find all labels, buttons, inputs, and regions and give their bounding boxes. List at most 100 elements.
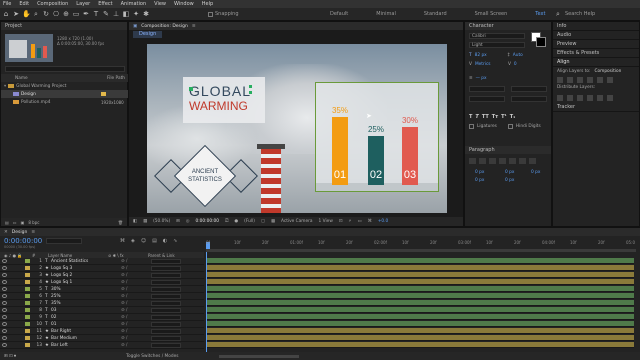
- layer-switches[interactable]: ⊘ /: [121, 308, 151, 313]
- parent-dropdown[interactable]: [151, 335, 181, 341]
- layer-duration-bar[interactable]: [206, 258, 634, 264]
- align-left-icon[interactable]: [557, 77, 563, 83]
- layer-switches[interactable]: ⊘ /: [121, 336, 151, 341]
- label-color-swatch[interactable]: [25, 308, 30, 312]
- tracker-panel-tab[interactable]: Tracker: [553, 103, 639, 112]
- subtab-design[interactable]: Design: [133, 30, 163, 38]
- eraser-tool-icon[interactable]: ◧: [122, 10, 130, 18]
- align-center-button[interactable]: [479, 158, 486, 164]
- col-name[interactable]: Name: [15, 76, 75, 81]
- work-area-bar[interactable]: [206, 249, 636, 252]
- layer-name[interactable]: 35%: [51, 301, 121, 306]
- align-left-button[interactable]: [469, 158, 476, 164]
- indent-right-value[interactable]: 0 px: [505, 170, 514, 175]
- menu-animation[interactable]: Animation: [121, 1, 147, 7]
- align-right-icon[interactable]: [577, 77, 583, 83]
- vertical-scale-field[interactable]: [469, 86, 505, 92]
- font-family-dropdown[interactable]: Calibri: [469, 33, 525, 39]
- distribute-left-icon[interactable]: [587, 95, 593, 101]
- snapping-checkbox[interactable]: [208, 11, 213, 17]
- label-color-swatch[interactable]: [25, 287, 30, 291]
- layer-name[interactable]: 03: [51, 308, 121, 313]
- layer-duration-bar[interactable]: [206, 279, 634, 285]
- grid-icon[interactable]: ⊞: [176, 219, 180, 224]
- table-row[interactable]: 8 T 03 ⊘ /: [0, 307, 204, 314]
- eye-icon[interactable]: [2, 294, 7, 298]
- fast-preview-icon[interactable]: ⚡: [348, 219, 351, 224]
- layer-name[interactable]: 02: [51, 315, 121, 320]
- composition-tab[interactable]: Composition: Design: [141, 24, 188, 29]
- effects-presets-panel-tab[interactable]: Effects & Presets: [553, 49, 639, 58]
- current-time-display[interactable]: 0:00:00:00: [196, 219, 219, 224]
- eye-icon[interactable]: [2, 315, 7, 319]
- label-color-swatch[interactable]: [25, 259, 30, 263]
- stamp-tool-icon[interactable]: ⊥: [112, 10, 120, 18]
- leading-value[interactable]: Auto: [513, 53, 523, 58]
- superscript-button[interactable]: T¹: [501, 114, 507, 120]
- layer-switches[interactable]: ⊘ /: [121, 294, 151, 299]
- audio-panel-tab[interactable]: Audio: [553, 31, 639, 40]
- label-color-swatch[interactable]: [25, 273, 30, 277]
- indent-first-value[interactable]: 0 px: [531, 170, 540, 175]
- layer-duration-bar[interactable]: [206, 321, 634, 327]
- all-caps-button[interactable]: TT: [482, 114, 489, 120]
- layer-name[interactable]: Logo Sq 2: [51, 273, 121, 278]
- parent-dropdown[interactable]: [151, 265, 181, 271]
- hand-tool-icon[interactable]: ✋: [22, 10, 31, 18]
- lock-icon[interactable]: ▣: [133, 24, 137, 29]
- layer-name[interactable]: 25%: [51, 294, 121, 299]
- motion-blur-icon[interactable]: ◐: [163, 238, 167, 244]
- table-row[interactable]: 10 T 01 ⊘ /: [0, 321, 204, 328]
- distribute-vcenter-icon[interactable]: [567, 95, 573, 101]
- label-color-swatch[interactable]: [25, 266, 30, 270]
- fill-stroke-swatches[interactable]: [531, 32, 547, 48]
- layer-name[interactable]: 01: [51, 322, 121, 327]
- layer-name-column-header[interactable]: Layer Name: [48, 253, 108, 258]
- trash-icon[interactable]: 🗑: [118, 220, 123, 225]
- region-icon[interactable]: ▢: [261, 219, 265, 224]
- flowchart-icon[interactable]: ⌘: [368, 219, 372, 224]
- graph-editor-icon[interactable]: ∿: [173, 238, 177, 244]
- layer-duration-bar[interactable]: [206, 314, 634, 320]
- search-help-input[interactable]: Search Help: [565, 11, 595, 17]
- eye-icon[interactable]: [2, 273, 7, 277]
- table-row[interactable]: 4 ★ Logo Sq 1 ⊘ /: [0, 279, 204, 286]
- layer-duration-bar[interactable]: [206, 265, 634, 271]
- horizontal-scale-field[interactable]: [511, 86, 547, 92]
- puppet-tool-icon[interactable]: ✱: [142, 10, 150, 18]
- label-color-swatch[interactable]: [25, 343, 30, 347]
- hindi-digits-checkbox[interactable]: [507, 124, 513, 129]
- mask-icon[interactable]: ◎: [186, 219, 190, 224]
- layer-switches[interactable]: ⊘ /: [121, 343, 151, 348]
- stroke-width-value[interactable]: — px: [476, 76, 506, 81]
- exposure-value[interactable]: +0.0: [378, 219, 388, 224]
- timeline-current-time[interactable]: 0:00:00:00: [4, 237, 42, 245]
- table-row[interactable]: 11 ★ Bar Right ⊘ /: [0, 328, 204, 335]
- list-item[interactable]: Pollution.mp4 1920x1080: [1, 98, 129, 106]
- layer-switches[interactable]: ⊘ /: [121, 315, 151, 320]
- layer-switches[interactable]: ⊘ /: [121, 287, 151, 292]
- layer-duration-bar[interactable]: [206, 272, 634, 278]
- align-bottom-icon[interactable]: [607, 77, 613, 83]
- faux-bold-button[interactable]: T: [469, 114, 472, 120]
- table-row[interactable]: 7 T 35% ⊘ /: [0, 300, 204, 307]
- tracking-value[interactable]: 0: [514, 62, 517, 67]
- layer-duration-bar[interactable]: [206, 300, 634, 306]
- eye-icon[interactable]: [2, 329, 7, 333]
- layer-name[interactable]: Logo Sq 1: [51, 280, 121, 285]
- pen-tool-icon[interactable]: ✒: [82, 10, 90, 18]
- eye-icon[interactable]: [2, 259, 7, 263]
- timeline-search-input[interactable]: [46, 238, 82, 244]
- table-row[interactable]: 5 T 30% ⊘ /: [0, 286, 204, 293]
- col-size[interactable]: File Path: [95, 76, 125, 81]
- eye-icon[interactable]: [2, 343, 7, 347]
- kerning-value[interactable]: Metrics: [475, 62, 505, 67]
- label-color-swatch[interactable]: [25, 336, 30, 340]
- label-color-swatch[interactable]: [25, 315, 30, 319]
- roto-tool-icon[interactable]: ✦: [132, 10, 140, 18]
- menu-file[interactable]: File: [3, 1, 11, 7]
- space-before-value[interactable]: 0 px: [475, 178, 484, 183]
- align-hcenter-icon[interactable]: [567, 77, 573, 83]
- tab-menu-icon[interactable]: ≡: [192, 24, 196, 29]
- project-search-input[interactable]: [5, 66, 125, 72]
